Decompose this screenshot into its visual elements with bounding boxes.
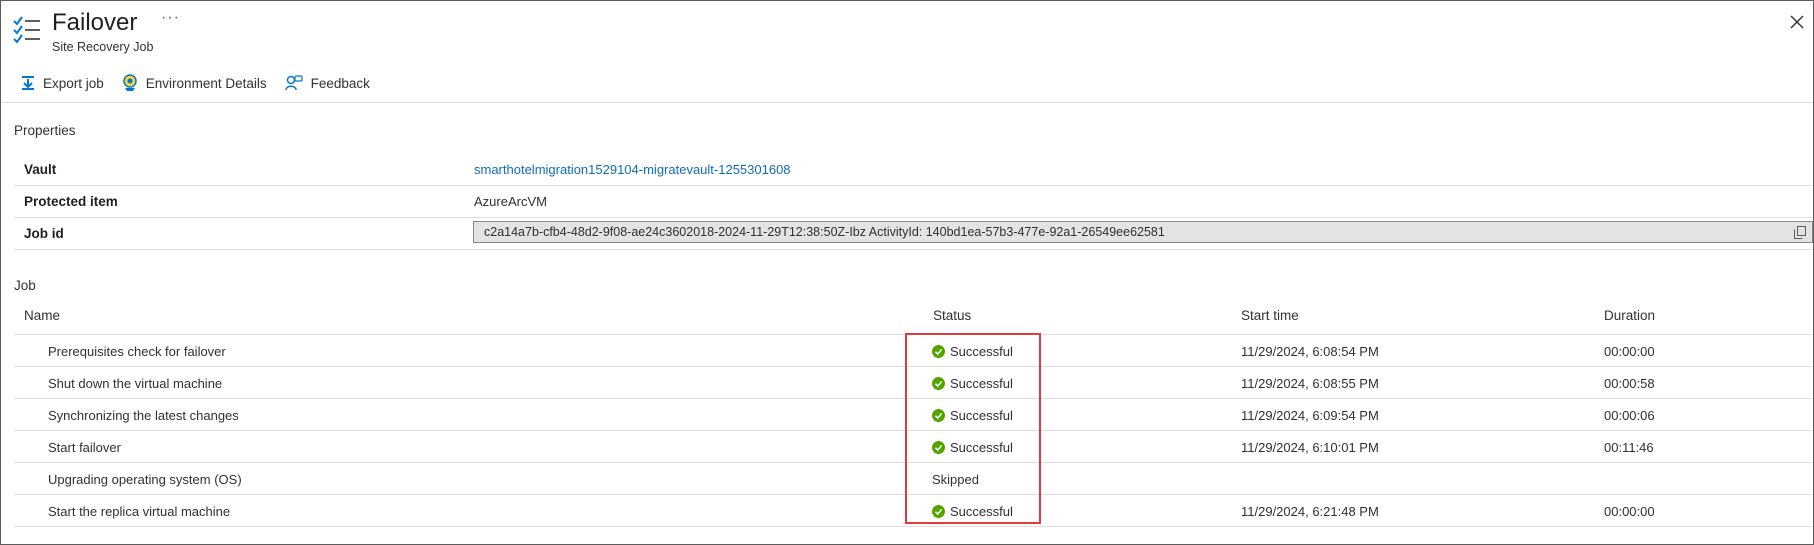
check-circle-icon <box>932 345 945 358</box>
column-header-status: Status <box>933 308 972 323</box>
page-title: Failover <box>52 9 138 36</box>
check-circle-icon <box>932 377 945 390</box>
job-id-value: c2a14a7b-cfb4-48d2-9f08-ae24c3602018-202… <box>484 225 1165 239</box>
export-job-label: Export job <box>43 75 104 91</box>
table-row: Upgrading operating system (OS) Skipped <box>14 463 1812 495</box>
properties-section-label: Properties <box>14 123 76 138</box>
job-step-status: Successful <box>932 376 1013 391</box>
feedback-label: Feedback <box>310 75 370 91</box>
feedback-button[interactable]: Feedback <box>284 75 370 91</box>
job-step-status: Successful <box>932 440 1013 455</box>
command-bar: Export job Environment Details Feedback <box>21 71 388 95</box>
table-row: Synchronizing the latest changes Success… <box>14 399 1812 431</box>
job-step-start-time: 11/29/2024, 6:08:54 PM <box>1241 344 1379 359</box>
failover-blade: Failover ··· Site Recovery Job Export jo… <box>0 0 1814 545</box>
job-step-duration: 00:00:06 <box>1604 408 1655 423</box>
status-text: Successful <box>950 504 1013 519</box>
job-step-duration: 00:00:00 <box>1604 504 1655 519</box>
property-row-vault: Vault smarthotelmigration1529104-migrate… <box>14 154 1812 186</box>
job-step-duration: 00:00:58 <box>1604 376 1655 391</box>
status-text: Successful <box>950 408 1013 423</box>
job-step-name: Synchronizing the latest changes <box>48 408 239 423</box>
job-step-name: Upgrading operating system (OS) <box>48 472 242 487</box>
job-id-label: Job id <box>24 226 64 241</box>
job-step-start-time: 11/29/2024, 6:08:55 PM <box>1241 376 1379 391</box>
job-step-name: Shut down the virtual machine <box>48 376 223 391</box>
job-step-status: Successful <box>932 344 1013 359</box>
environment-details-button[interactable]: Environment Details <box>122 74 267 92</box>
vault-link[interactable]: smarthotelmigration1529104-migratevault-… <box>474 162 791 177</box>
environment-details-label: Environment Details <box>145 75 267 91</box>
check-circle-icon <box>932 409 945 422</box>
job-step-duration: 00:00:00 <box>1604 344 1655 359</box>
job-step-status: Successful <box>932 408 1013 423</box>
download-icon <box>22 76 34 90</box>
job-step-name: Start failover <box>48 440 121 455</box>
status-text: Successful <box>950 344 1013 359</box>
vault-label: Vault <box>24 162 57 177</box>
table-row: Start failover Successful 11/29/2024, 6:… <box>14 431 1812 463</box>
table-row: Shut down the virtual machine Successful… <box>14 367 1812 399</box>
job-step-status: Successful <box>932 504 1013 519</box>
check-circle-icon <box>932 505 945 518</box>
toolbar-divider <box>1 102 1813 103</box>
job-step-duration: 00:11:46 <box>1604 440 1654 455</box>
column-header-start-time: Start time <box>1241 308 1299 323</box>
property-row-job-id: Job id c2a14a7b-cfb4-48d2-9f08-ae24c3602… <box>14 218 1813 250</box>
status-text: Successful <box>950 440 1013 455</box>
feedback-icon <box>284 75 303 91</box>
copy-icon[interactable] <box>1794 226 1806 239</box>
more-options-button[interactable]: ··· <box>161 9 180 27</box>
column-header-duration: Duration <box>1604 308 1656 323</box>
property-row-protected-item: Protected item AzureArcVM <box>14 186 1812 218</box>
job-step-status: Skipped <box>932 472 979 487</box>
job-step-name: Start the replica virtual machine <box>48 504 231 519</box>
job-step-start-time: 11/29/2024, 6:21:48 PM <box>1241 504 1379 519</box>
environment-icon <box>123 74 137 91</box>
job-step-name: Prerequisites check for failover <box>48 344 226 359</box>
job-id-field[interactable]: c2a14a7b-cfb4-48d2-9f08-ae24c3602018-202… <box>473 221 1813 243</box>
protected-item-label: Protected item <box>24 194 118 209</box>
export-job-button[interactable]: Export job <box>21 75 104 91</box>
table-row: Prerequisites check for failover Success… <box>14 335 1812 367</box>
job-step-start-time: 11/29/2024, 6:10:01 PM <box>1241 440 1379 455</box>
page-subtitle: Site Recovery Job <box>52 40 154 54</box>
table-row: Start the replica virtual machine Succes… <box>14 495 1812 527</box>
status-text: Successful <box>950 376 1013 391</box>
job-step-start-time: 11/29/2024, 6:09:54 PM <box>1241 408 1379 423</box>
check-circle-icon <box>932 441 945 454</box>
protected-item-value: AzureArcVM <box>474 194 547 209</box>
column-header-name: Name <box>24 308 61 323</box>
close-icon[interactable] <box>1788 13 1806 31</box>
job-section-label: Job <box>14 278 36 293</box>
job-list-icon <box>13 16 40 44</box>
